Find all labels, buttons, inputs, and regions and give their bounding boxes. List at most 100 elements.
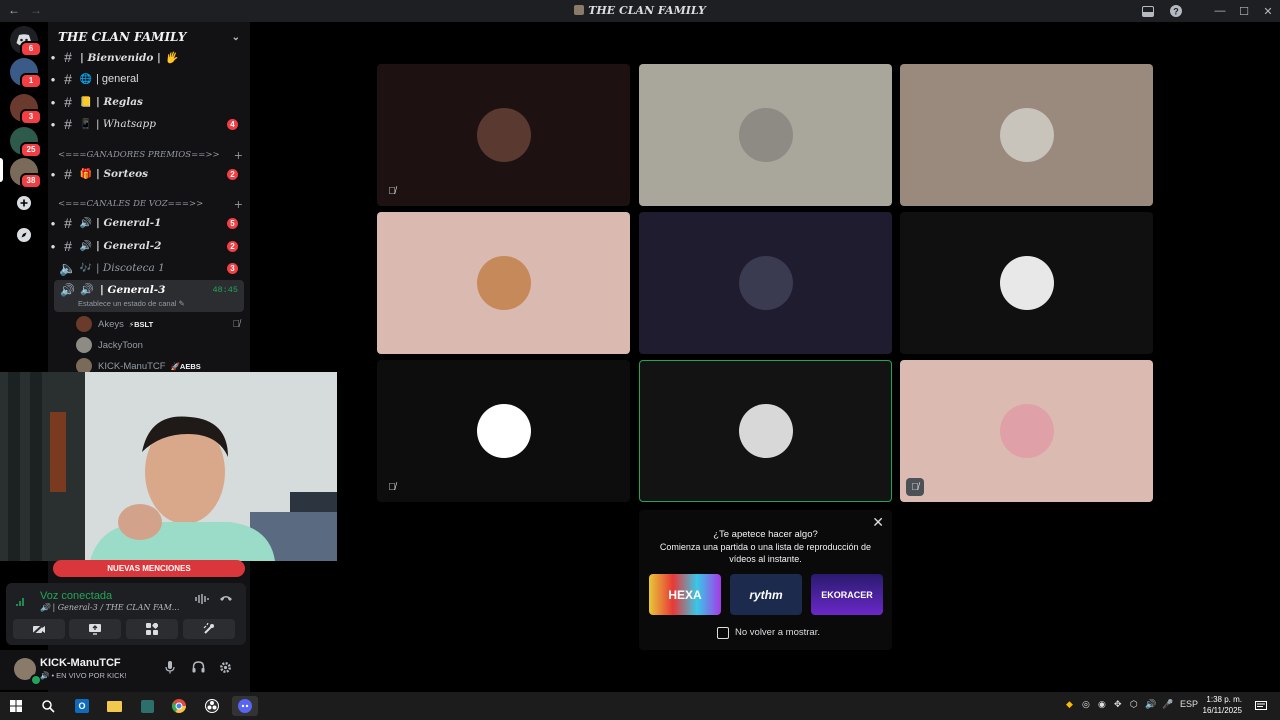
help-icon[interactable]: ? xyxy=(1162,0,1190,22)
muted-mic-icon: 🎙̸ xyxy=(906,478,924,496)
window-title-text: THE CLAN FAMILY xyxy=(588,4,706,17)
mention-badge: 2 xyxy=(227,240,238,252)
maximize-icon[interactable]: ☐ xyxy=(1232,0,1256,22)
disconnect-icon[interactable] xyxy=(219,593,233,606)
tray-app-icon[interactable]: ⬡ xyxy=(1130,699,1138,710)
file-explorer-icon[interactable] xyxy=(103,696,125,716)
camera-off-icon xyxy=(32,623,45,635)
dont-show-again-label[interactable]: No volver a mostrar. xyxy=(735,627,820,638)
notification-icon[interactable] xyxy=(1250,696,1272,716)
tray-app-icon[interactable]: ◎ xyxy=(1082,699,1090,710)
participant-tile-speaking[interactable] xyxy=(639,360,892,502)
participant-tile[interactable] xyxy=(639,64,892,206)
add-channel-icon[interactable]: + xyxy=(234,149,243,162)
app-icon[interactable] xyxy=(136,696,158,716)
voice-status-title[interactable]: Voz conectada xyxy=(40,590,112,602)
server-icon-the-clan-family[interactable]: 38 xyxy=(10,158,42,189)
add-channel-icon[interactable]: + xyxy=(234,198,243,211)
soundboard-button[interactable] xyxy=(183,619,235,639)
discord-taskbar-icon[interactable] xyxy=(232,696,258,716)
participant-tile[interactable] xyxy=(639,212,892,354)
username[interactable]: KICK-ManuTCF xyxy=(40,657,121,669)
server-badge: 38 xyxy=(20,173,42,189)
activity-rythm[interactable]: rythm xyxy=(730,574,802,615)
minimize-icon[interactable]: — xyxy=(1208,0,1232,22)
participant-avatar xyxy=(999,108,1054,162)
headphones-icon[interactable] xyxy=(192,661,205,676)
participant-tile[interactable]: 🎙̸ xyxy=(900,360,1153,502)
add-server-icon[interactable] xyxy=(12,191,36,215)
participant-tile[interactable]: 🎙̸ xyxy=(377,360,630,502)
signal-icon[interactable] xyxy=(16,595,30,610)
window-title: THE CLAN FAMILY xyxy=(0,4,1280,17)
title-bar: ← → THE CLAN FAMILY ? — ☐ ✕ xyxy=(0,0,1280,22)
mention-badge: 4 xyxy=(227,118,238,130)
server-badge: 3 xyxy=(20,109,42,125)
music-icon: 🎶 xyxy=(79,262,93,274)
voice-connected-icon: 🔊 xyxy=(60,283,75,297)
outlook-icon[interactable]: O xyxy=(71,696,93,716)
activity-ekoracer[interactable]: EKORACER xyxy=(811,574,883,615)
search-icon[interactable] xyxy=(37,696,59,716)
discord-home-icon[interactable]: 6 xyxy=(10,26,42,57)
gift-icon: 🎁 xyxy=(79,168,93,180)
language-indicator[interactable]: ESP xyxy=(1180,699,1198,709)
category-ganadores-premios[interactable]: <===GANADORES PREMIOS==>> + xyxy=(58,148,243,162)
voice-user-jackytoon[interactable]: JackyToon xyxy=(76,335,244,355)
participant-tile[interactable] xyxy=(900,64,1153,206)
channel-bienvenido[interactable]: ● # | Bienvenido | 🖐 xyxy=(48,46,250,68)
text-channel-icon: # xyxy=(64,116,72,132)
voice-channel-general-3-active[interactable]: 🔊 🔊 | General-3 48:45 Establece un estad… xyxy=(54,280,244,312)
inbox-icon[interactable] xyxy=(1134,0,1162,22)
channel-sorteos[interactable]: ● # 🎁 | Sorteos 2 xyxy=(48,163,250,185)
server-icon-1[interactable]: 1 xyxy=(10,58,42,89)
channel-general[interactable]: ● # 🌐 | general xyxy=(48,68,250,90)
participant-avatar xyxy=(999,404,1054,458)
server-icon xyxy=(574,5,585,15)
windows-taskbar: O ◆ ◎ ◉ ✥ ⬡ 🔊 🎤 ESP 1:38 p. m. 16/11/202… xyxy=(0,692,1280,720)
system-clock[interactable]: 1:38 p. m. 16/11/2025 xyxy=(1203,694,1242,716)
unread-dot-icon: ● xyxy=(50,218,56,228)
activities-button[interactable] xyxy=(126,619,178,639)
activity-hexa[interactable]: HEXA xyxy=(649,574,721,615)
server-icon-2[interactable]: 3 xyxy=(10,94,42,125)
user-panel: KICK-ManuTCF 🔊 • EN VIVO POR KICK! xyxy=(0,650,250,690)
voice-channel-general-1[interactable]: ● # 🔊 | General-1 5 xyxy=(48,212,250,234)
new-mentions-button[interactable]: NUEVAS MENCIONES xyxy=(53,560,245,577)
channel-status[interactable]: Establece un estado de canal ✎ xyxy=(78,299,185,308)
participant-tile[interactable] xyxy=(900,212,1153,354)
server-badge: 25 xyxy=(20,142,42,158)
tray-app-icon[interactable]: ◉ xyxy=(1098,699,1106,710)
camera-off-button[interactable] xyxy=(13,619,65,639)
volume-icon[interactable]: 🔊 xyxy=(1145,699,1156,710)
channel-whatsapp[interactable]: ● # 📱 | Whatsapp 4 xyxy=(48,113,250,135)
voice-channel-general-2[interactable]: ● # 🔊 | General-2 2 xyxy=(48,235,250,257)
participant-avatar xyxy=(738,108,793,162)
discord-window: ← → THE CLAN FAMILY ? — ☐ ✕ 6 1 3 25 38 xyxy=(0,0,1280,720)
close-icon[interactable]: ✕ xyxy=(1256,0,1280,22)
tray-app-icon[interactable]: ✥ xyxy=(1114,699,1122,710)
microphone-tray-icon[interactable]: 🎤 xyxy=(1162,699,1173,710)
participant-tile[interactable]: 🎙̸ xyxy=(377,64,630,206)
chrome-icon[interactable] xyxy=(168,696,190,716)
activity-promo-card: ✕ ¿Te apetece hacer algo? Comienza una p… xyxy=(639,510,892,650)
windows-start-icon[interactable] xyxy=(5,696,27,716)
settings-gear-icon[interactable] xyxy=(219,661,232,677)
participant-tile[interactable] xyxy=(377,212,630,354)
discover-compass-icon[interactable] xyxy=(12,223,36,247)
microphone-icon[interactable] xyxy=(165,661,175,677)
dont-show-again-checkbox[interactable] xyxy=(717,627,729,639)
voice-connection-panel: Voz conectada 🔊 | General-3 / THE CLAN F… xyxy=(6,583,246,645)
category-canales-de-voz[interactable]: <===CANALES DE VOZ===>> + xyxy=(58,197,243,211)
tray-app-icon[interactable]: ◆ xyxy=(1066,699,1073,710)
channel-reglas[interactable]: ● # 📒 | Reglas xyxy=(48,91,250,113)
voice-channel-path[interactable]: 🔊 | General-3 / THE CLAN FAM... xyxy=(40,603,190,612)
voice-user-akeys[interactable]: Akeys ⚡BSLT 🎙̸ xyxy=(76,314,244,334)
obs-icon[interactable] xyxy=(201,696,223,716)
server-icon-3[interactable]: 25 xyxy=(10,127,42,158)
voice-channel-discoteca-1[interactable]: 🔈 🎶 | Discoteca 1 3 xyxy=(48,257,250,279)
screen-share-button[interactable] xyxy=(69,619,121,639)
mention-badge: 6 xyxy=(20,41,42,57)
muted-mic-icon: 🎙̸ xyxy=(388,481,396,493)
noise-suppression-icon[interactable] xyxy=(195,593,209,608)
